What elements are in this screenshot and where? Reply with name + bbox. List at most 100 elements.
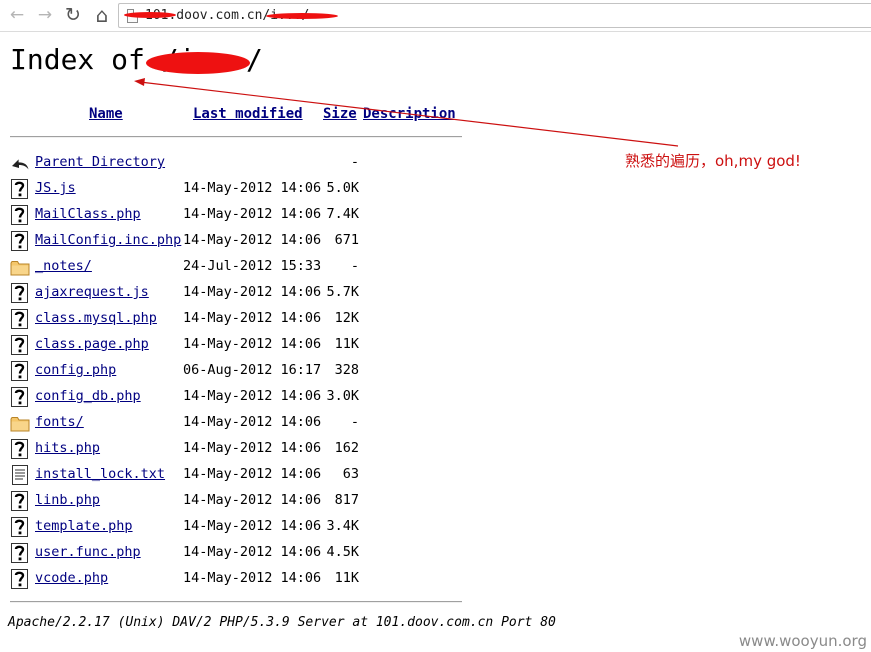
- table-row: JS.js 14-May-2012 14:06 5.0K: [10, 176, 470, 202]
- file-link[interactable]: linb.php: [35, 492, 100, 508]
- file-date: 14-May-2012 14:06: [183, 388, 322, 404]
- table-row: vcode.php 14-May-2012 14:06 11K: [10, 566, 470, 592]
- column-header-size[interactable]: Size: [323, 106, 357, 122]
- file-link[interactable]: template.php: [35, 518, 133, 534]
- table-row: ajaxrequest.js 14-May-2012 14:06 5.7K: [10, 280, 470, 306]
- unknown-icon: [10, 230, 30, 252]
- table-row: fonts/14-May-2012 14:06 -: [10, 410, 470, 436]
- forward-arrow-icon[interactable]: →: [34, 4, 56, 26]
- file-size: -: [350, 414, 359, 430]
- file-date: 14-May-2012 14:06: [183, 232, 322, 248]
- file-link[interactable]: user.func.php: [35, 544, 141, 560]
- file-date: 14-May-2012 14:06: [183, 466, 322, 482]
- text-icon: [10, 464, 30, 486]
- file-link[interactable]: class.page.php: [35, 336, 149, 352]
- url-redaction-mark: [266, 13, 338, 19]
- server-signature: Apache/2.2.17 (Unix) DAV/2 PHP/5.3.9 Ser…: [8, 615, 556, 630]
- column-header-name[interactable]: Name: [89, 106, 123, 122]
- watermark: www.wooyun.org: [738, 632, 867, 650]
- file-link[interactable]: fonts/: [35, 414, 84, 430]
- column-header-last-modified[interactable]: Last modified: [193, 106, 303, 122]
- file-size: 63: [342, 466, 359, 482]
- table-row: _notes/24-Jul-2012 15:33 -: [10, 254, 470, 280]
- file-size: 5.7K: [326, 284, 359, 300]
- file-link[interactable]: ajaxrequest.js: [35, 284, 149, 300]
- column-header-description[interactable]: Description: [363, 106, 456, 122]
- reload-icon[interactable]: ↻: [62, 4, 84, 26]
- file-date: 14-May-2012 14:06: [183, 440, 322, 456]
- table-row: hits.php 14-May-2012 14:06 162: [10, 436, 470, 462]
- file-date: 24-Jul-2012 15:33: [183, 258, 322, 274]
- file-date: 14-May-2012 14:06: [183, 284, 322, 300]
- unknown-icon: [10, 438, 30, 460]
- file-date: 14-May-2012 14:06: [183, 570, 322, 586]
- file-date: 06-Aug-2012 16:17: [183, 362, 322, 378]
- unknown-icon: [10, 490, 30, 512]
- file-link[interactable]: class.mysql.php: [35, 310, 157, 326]
- file-size: 162: [334, 440, 359, 456]
- unknown-icon: [10, 360, 30, 382]
- unknown-icon: [10, 178, 30, 200]
- table-row: config_db.php 14-May-2012 14:06 3.0K: [10, 384, 470, 410]
- table-row: config.php 06-Aug-2012 16:17 328: [10, 358, 470, 384]
- file-date: 14-May-2012 14:06: [183, 310, 322, 326]
- file-size: 3.0K: [326, 388, 359, 404]
- file-link[interactable]: hits.php: [35, 440, 100, 456]
- file-link[interactable]: JS.js: [35, 180, 76, 196]
- table-row: install_lock.txt 14-May-2012 14:06 63: [10, 462, 470, 488]
- file-date: 14-May-2012 14:06: [183, 492, 322, 508]
- file-size: -: [350, 154, 359, 170]
- file-listing: Parent Directory - JS.js 14-May-2012 14:06 5…: [10, 150, 470, 592]
- folder-icon: [10, 412, 30, 434]
- table-row: user.func.php 14-May-2012 14:06 4.5K: [10, 540, 470, 566]
- unknown-icon: [10, 542, 30, 564]
- back-arrow-icon[interactable]: ←: [6, 4, 28, 26]
- file-link[interactable]: config.php: [35, 362, 116, 378]
- file-size: 7.4K: [326, 206, 359, 222]
- file-size: 671: [334, 232, 359, 248]
- file-link[interactable]: MailClass.php: [35, 206, 141, 222]
- folder-icon: [10, 256, 30, 278]
- unknown-icon: [10, 334, 30, 356]
- table-row: class.page.php 14-May-2012 14:06 11K: [10, 332, 470, 358]
- file-size: 5.0K: [326, 180, 359, 196]
- header-divider: [10, 136, 462, 138]
- title-redaction-mark: [146, 52, 250, 74]
- file-link[interactable]: MailConfig.inc.php: [35, 232, 181, 248]
- file-size: 817: [334, 492, 359, 508]
- file-date: 14-May-2012 14:06: [183, 414, 322, 430]
- file-size: 11K: [334, 336, 359, 352]
- file-date: 14-May-2012 14:06: [183, 336, 322, 352]
- file-date: 14-May-2012 14:06: [183, 518, 322, 534]
- file-size: 11K: [334, 570, 359, 586]
- file-link[interactable]: install_lock.txt: [35, 466, 165, 482]
- unknown-icon: [10, 204, 30, 226]
- back-icon: [10, 152, 30, 174]
- table-row: Parent Directory -: [10, 150, 470, 176]
- unknown-icon: [10, 308, 30, 330]
- unknown-icon: [10, 282, 30, 304]
- file-link[interactable]: config_db.php: [35, 388, 141, 404]
- file-date: 14-May-2012 14:06: [183, 544, 322, 560]
- file-size: 3.4K: [326, 518, 359, 534]
- table-row: MailClass.php 14-May-2012 14:06 7.4K: [10, 202, 470, 228]
- unknown-icon: [10, 516, 30, 538]
- table-row: class.mysql.php 14-May-2012 14:06 12K: [10, 306, 470, 332]
- file-size: 12K: [334, 310, 359, 326]
- unknown-icon: [10, 386, 30, 408]
- home-icon[interactable]: ⌂: [91, 4, 113, 26]
- table-row: template.php 14-May-2012 14:06 3.4K: [10, 514, 470, 540]
- annotation-text: 熟悉的遍历，oh,my god!: [625, 152, 801, 170]
- unknown-icon: [10, 568, 30, 590]
- file-link[interactable]: _notes/: [35, 258, 92, 274]
- file-date: 14-May-2012 14:06: [183, 180, 322, 196]
- url-redaction-mark: [124, 12, 176, 18]
- file-size: -: [350, 258, 359, 274]
- address-bar[interactable]: 101.doov.com.cn/i.../: [118, 3, 871, 28]
- file-link[interactable]: vcode.php: [35, 570, 108, 586]
- table-row: MailConfig.inc.php 14-May-2012 14:06 671: [10, 228, 470, 254]
- file-link[interactable]: Parent Directory: [35, 154, 165, 170]
- file-date: 14-May-2012 14:06: [183, 206, 322, 222]
- file-size: 4.5K: [326, 544, 359, 560]
- file-size: 328: [334, 362, 359, 378]
